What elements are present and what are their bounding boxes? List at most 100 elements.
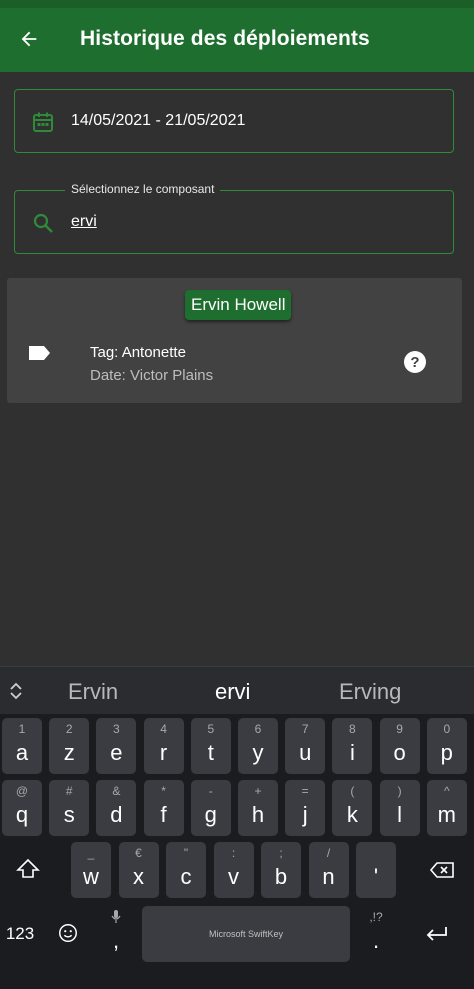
period-label: .: [372, 928, 380, 953]
key-hint: &: [112, 784, 121, 798]
key-l[interactable]: ) l: [379, 780, 420, 836]
comma-label: ,: [112, 928, 120, 953]
key-label: u: [299, 740, 312, 765]
key-u[interactable]: 7u: [285, 718, 326, 774]
status-bar: [0, 0, 474, 8]
key-v[interactable]: :v: [213, 842, 254, 898]
key-m[interactable]: ^ m: [426, 780, 467, 836]
key-label: l: [397, 802, 403, 827]
key-label: ': [373, 864, 379, 889]
key-r[interactable]: 4r: [143, 718, 184, 774]
key-label: q: [15, 802, 29, 827]
key-hint: ": [183, 846, 189, 860]
key-k[interactable]: (k: [332, 780, 373, 836]
key-hint: ^: [443, 784, 450, 798]
key-label: g: [204, 802, 217, 827]
key-label: c: [180, 864, 192, 889]
shift-icon: [16, 858, 40, 878]
key-label: a: [15, 740, 29, 765]
key-label: r: [159, 740, 168, 765]
key-hint: -: [208, 784, 213, 798]
key-x[interactable]: € x: [118, 842, 159, 898]
key-y[interactable]: 6y: [238, 718, 278, 774]
backspace-icon: [429, 862, 454, 878]
key-label: p: [440, 740, 453, 765]
enter-key[interactable]: [412, 906, 462, 962]
arrow-left-icon: [21, 31, 37, 47]
key-j[interactable]: = j: [285, 780, 326, 836]
date-range-field[interactable]: 14/05/2021 - 21/05/2021: [14, 89, 454, 153]
key-hint: *: [161, 784, 166, 798]
deployment-card[interactable]: Ervin Howell Tag: Antonette Date: Victor…: [7, 278, 462, 403]
component-name-chip[interactable]: Ervin Howell: [185, 290, 292, 320]
key-hint: €: [135, 846, 142, 860]
key-label: h: [251, 802, 265, 827]
key-hint: @: [15, 784, 29, 798]
back-button[interactable]: [14, 24, 44, 54]
suggestion-bar: Ervin ervi Erving: [0, 666, 474, 714]
key-label: d: [110, 802, 123, 827]
key-hint: (: [350, 784, 355, 798]
key-label: k: [346, 802, 358, 827]
suggestion-3[interactable]: Erving: [339, 679, 401, 705]
key-hint: =: [301, 784, 309, 798]
key-w[interactable]: _ w: [71, 842, 111, 898]
key-t[interactable]: 5t: [190, 718, 231, 774]
key-s[interactable]: # s: [49, 780, 90, 836]
key-g[interactable]: -g: [190, 780, 231, 836]
key-hint: :: [231, 846, 236, 860]
key-i[interactable]: 8i: [332, 718, 373, 774]
key-hint: 8: [349, 722, 356, 736]
key-hint: 4: [160, 722, 167, 736]
numbers-key[interactable]: 123: [0, 906, 40, 962]
key-q[interactable]: @ q: [2, 780, 42, 836]
key-e[interactable]: 3e: [96, 718, 137, 774]
key-label: v: [228, 864, 239, 889]
suggestion-2[interactable]: ervi: [215, 679, 250, 705]
period-hint: ,!?: [369, 910, 383, 924]
key-n[interactable]: / n: [308, 842, 349, 898]
key-hint: /: [326, 846, 331, 860]
page-title: Historique des déploiements: [80, 27, 370, 50]
deployment-date: Date: Victor Plains: [90, 367, 214, 384]
key-label: e: [110, 740, 123, 765]
key-label: s: [63, 802, 75, 827]
key-f[interactable]: * f: [143, 780, 184, 836]
key-z[interactable]: 2z: [49, 718, 90, 774]
svg-text:?: ?: [410, 354, 419, 371]
key-o[interactable]: 9o: [379, 718, 420, 774]
deployment-tag: Tag: Antonette: [90, 344, 186, 361]
key-apostrophe[interactable]: ': [356, 842, 396, 898]
key-a[interactable]: 1a: [2, 718, 42, 774]
shift-key[interactable]: [6, 842, 50, 898]
enter-icon: [426, 927, 447, 941]
key-b[interactable]: ; b: [261, 842, 301, 898]
key-hint: 5: [207, 722, 215, 736]
key-hint: 6: [254, 722, 262, 736]
component-search-field[interactable]: Sélectionnez le composant ervi: [14, 182, 454, 254]
key-h[interactable]: + h: [238, 780, 278, 836]
key-label: b: [274, 864, 288, 889]
key-label: i: [349, 740, 355, 765]
backspace-key[interactable]: [418, 842, 466, 898]
tag-icon: [29, 346, 50, 360]
key-hint: 7: [301, 722, 309, 736]
key-p[interactable]: 0p: [426, 718, 467, 774]
onscreen-keyboard: Ervin ervi Erving 1 a 2 z 3 e 4 r 5 t 6 y 7 u 8 i 9 o 0 p @ q…: [0, 666, 474, 989]
key-hint: ;: [279, 846, 283, 860]
key-label: z: [63, 740, 75, 765]
suggestion-1[interactable]: Ervin: [68, 679, 118, 705]
space-bar[interactable]: Microsoft SwiftKey: [142, 906, 350, 962]
help-icon[interactable]: ?: [403, 350, 427, 374]
key-label: x: [133, 864, 144, 889]
key-label: t: [207, 740, 214, 765]
comma-key[interactable]: ,: [96, 906, 136, 962]
period-key[interactable]: ,!? .: [356, 906, 396, 962]
key-d[interactable]: & d: [96, 780, 137, 836]
emoji-key[interactable]: [48, 906, 88, 962]
component-search-input[interactable]: ervi: [71, 213, 97, 231]
expand-toolbar-icon[interactable]: [8, 681, 24, 701]
key-c[interactable]: " c: [166, 842, 206, 898]
key-hint: 3: [113, 722, 120, 736]
microphone-icon: [111, 910, 121, 923]
